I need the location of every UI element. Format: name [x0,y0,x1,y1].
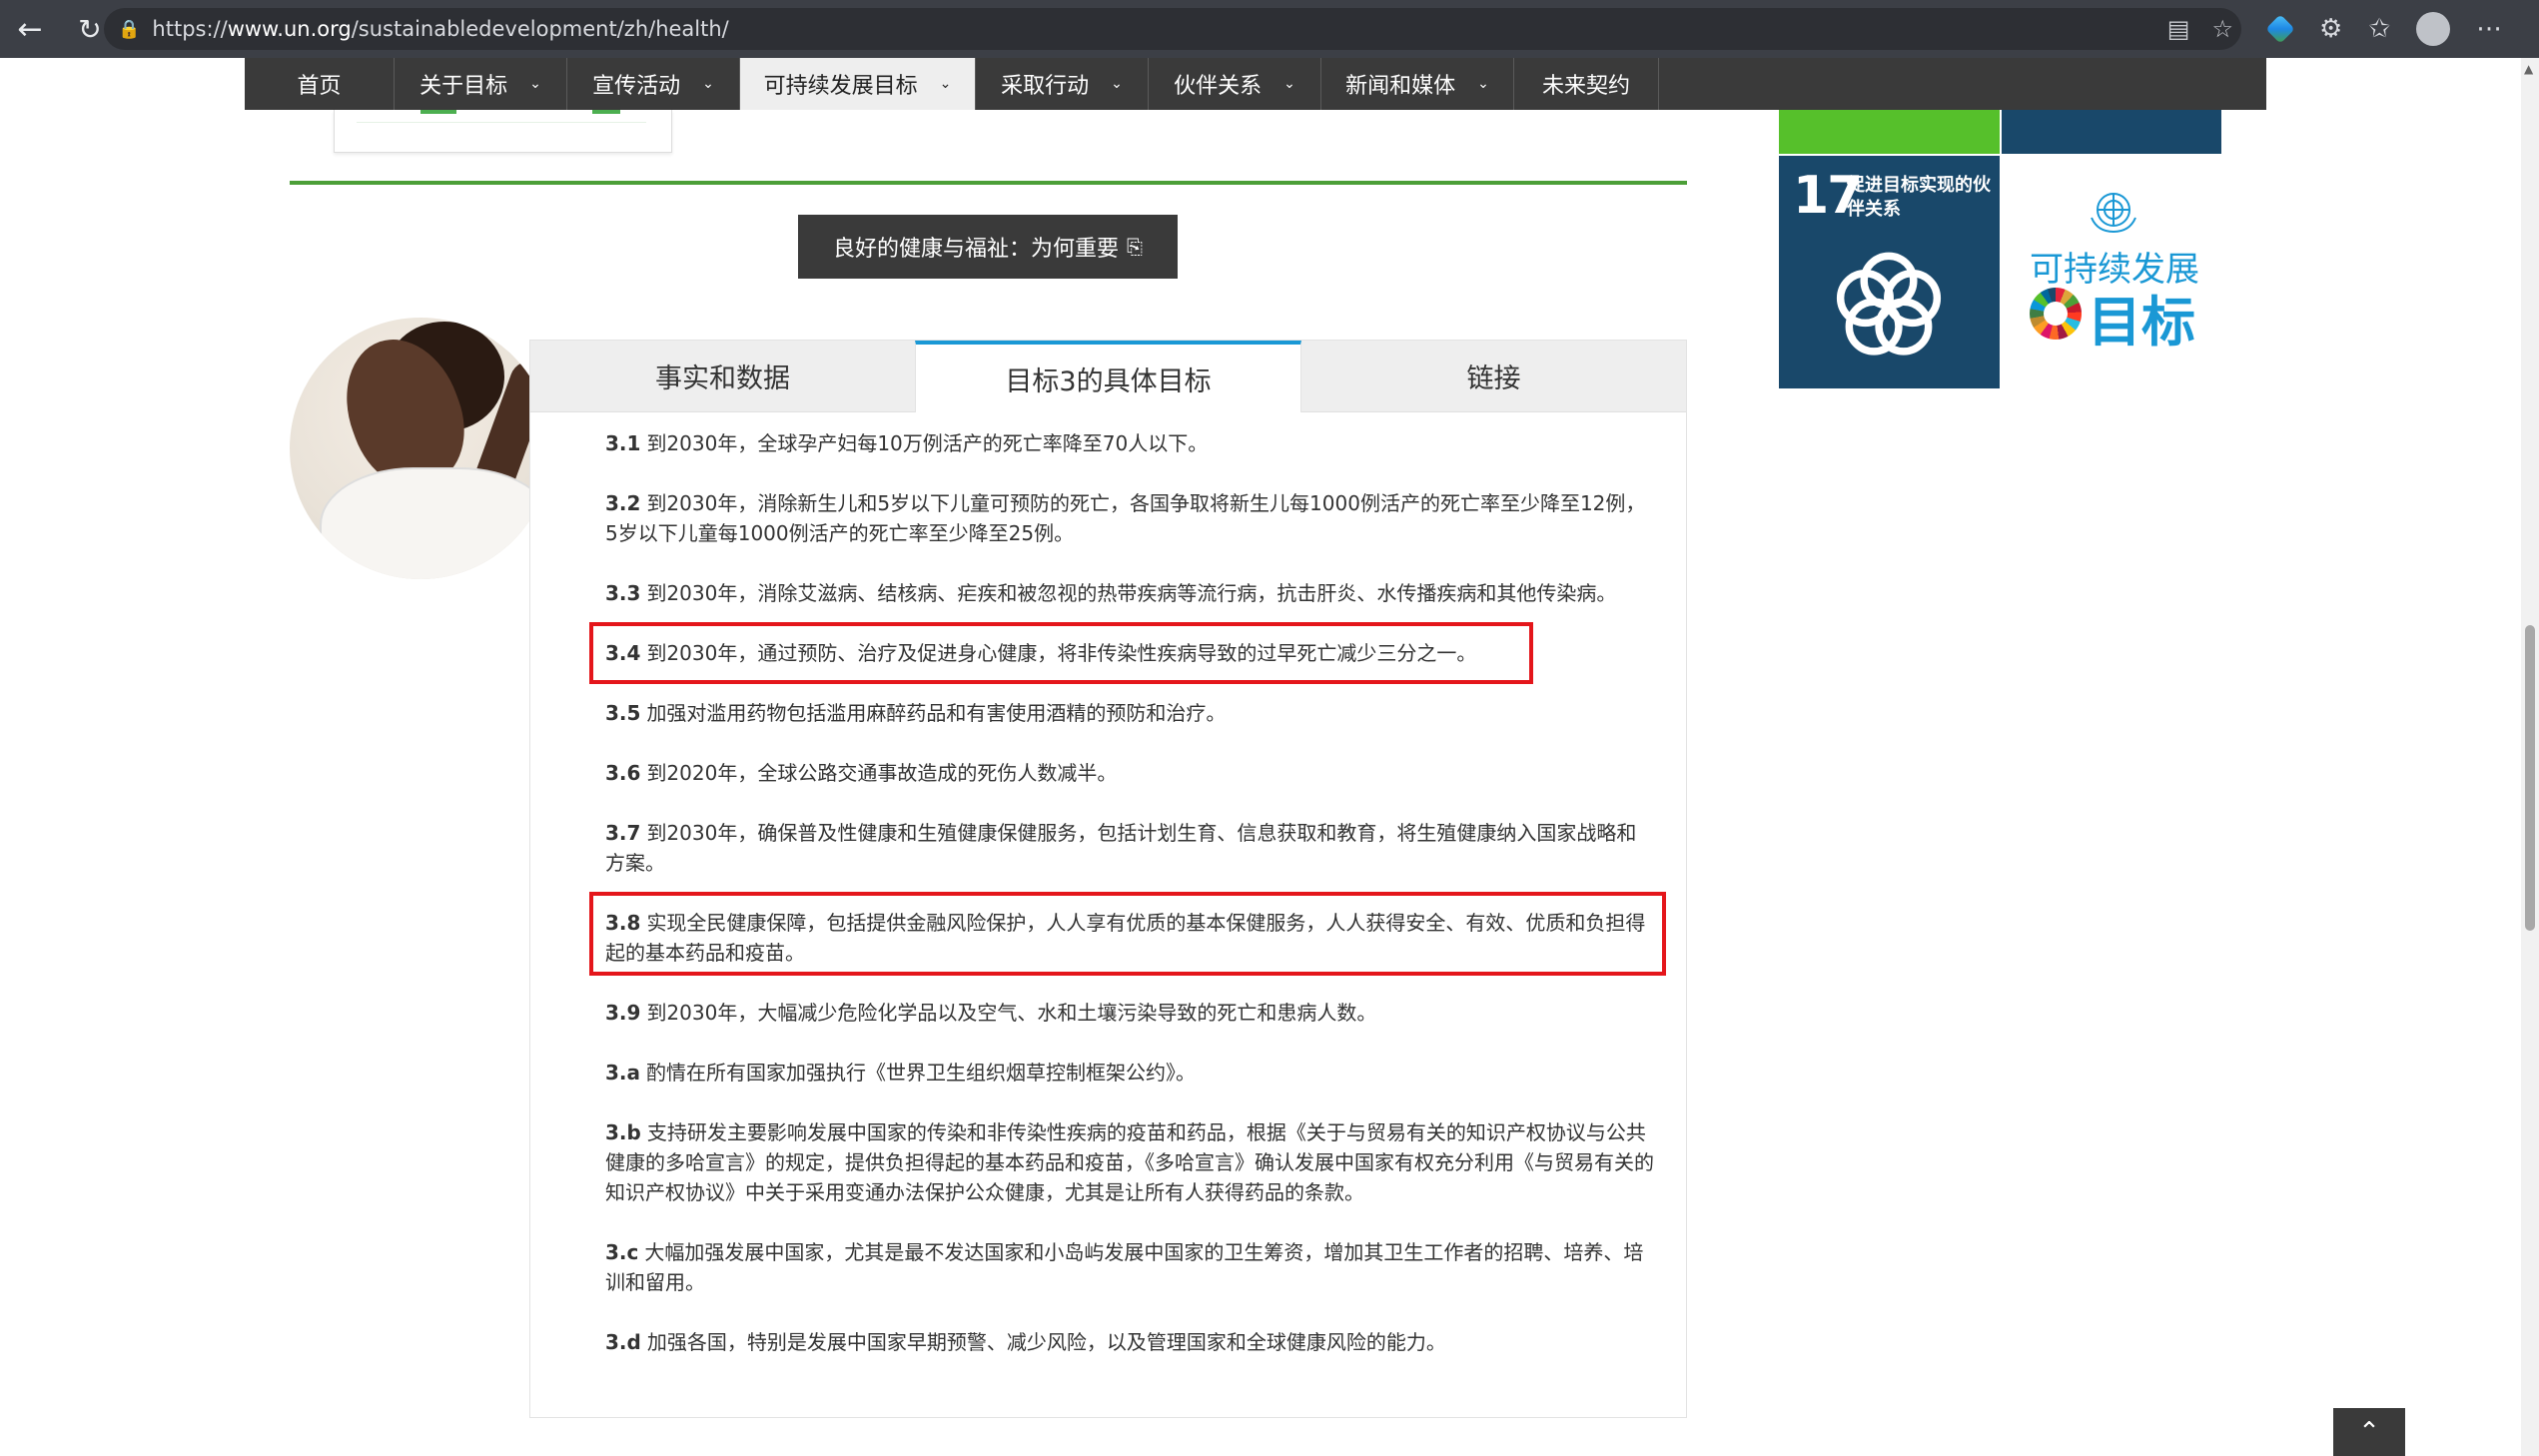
tab-row: 事实和数据 目标3的具体目标 链接 [530,341,1686,412]
target-item: 3.c 大幅加强发展中国家，尤其是最不发达国家和小岛屿发展中国家的卫生筹资，增加其… [605,1240,1644,1294]
back-to-top-button[interactable]: ⌃ [2333,1408,2405,1456]
extension-icon[interactable] [2265,14,2295,44]
portrait-image [290,318,551,579]
browser-toolbar: ← ↻ 🔒 https://www.un.org/sustainabledeve… [0,0,2539,58]
targets-tab-panel: 事实和数据 目标3的具体目标 链接 3.1 到2030年，全球孕产妇每10万例活产… [529,340,1687,1418]
un-emblem-icon [2091,193,2136,234]
back-icon[interactable]: ← [0,12,60,47]
external-document-icon: ⎘ [1127,235,1143,259]
partial-card [334,110,672,153]
chevron-down-icon: ⌄ [939,76,952,92]
scroll-up-icon[interactable]: ▲ [2524,62,2533,76]
partnership-flower-icon [1836,252,1942,356]
target-item: 3.d 加强各国，特别是发展中国家早期预警、减少风险，以及管理国家和全球健康风险的… [605,1330,1446,1354]
site-navigation: 首页 关于目标 ⌄ 宣传活动 ⌄ 可持续发展目标 ⌄ 采取行动 ⌄ 伙伴关系 ⌄ 新闻和媒… [245,58,2266,110]
nav-news-media[interactable]: 新闻和媒体 ⌄ [1321,58,1514,110]
favorite-star-icon[interactable]: ☆ [2211,15,2233,43]
url-text[interactable]: https://www.un.org/sustainabledevelopmen… [152,17,728,41]
sdg-tile-partial[interactable] [2002,110,2221,154]
target-item: 3.2 到2030年，消除新生儿和5岁以下儿童可预防的死亡，各国争取将新生儿每10… [605,491,1646,545]
nav-take-action[interactable]: 采取行动 ⌄ [976,58,1149,110]
nav-home[interactable]: 首页 [245,58,395,110]
tab-links[interactable]: 链接 [1301,341,1686,412]
puzzle-icon[interactable]: ⚙ [2319,14,2342,44]
more-icon[interactable]: ⋯ [2476,14,2502,44]
chevron-down-icon: ⌄ [1283,76,1295,92]
address-bar[interactable]: 🔒 https://www.un.org/sustainabledevelopm… [104,8,2241,50]
target-item: 3.6 到2020年，全球公路交通事故造成的死伤人数减半。 [605,761,1118,785]
tab-goal3-targets[interactable]: 目标3的具体目标 [915,341,1301,412]
target-item: 3.9 到2030年，大幅减少危险化学品以及空气、水和土壤污染导致的死亡和患病人数… [605,1001,1377,1025]
chevron-up-icon: ⌃ [2358,1417,2380,1447]
target-item-highlighted: 3.4 到2030年，通过预防、治疗及促进身心健康，将非传染性疾病导致的过早死亡减… [589,622,1654,684]
nav-about-goals[interactable]: 关于目标 ⌄ [395,58,567,110]
chevron-down-icon: ⌄ [1477,76,1489,92]
target-item: 3.3 到2030年，消除艾滋病、结核病、疟疾和被忽视的热带疾病等流行病，抗击肝炎… [605,581,1617,605]
page-scrollbar[interactable]: ▲ [2521,58,2539,1456]
target-item: 3.1 到2030年，全球孕产妇每10万例活产的死亡率降至70人以下。 [605,431,1209,455]
nav-sdgs[interactable]: 可持续发展目标 ⌄ [740,58,976,110]
target-item: 3.b 支持研发主要影响发展中国家的传染和非传染性疾病的疫苗和药品，根据《关于与贸… [605,1120,1654,1204]
sdg17-tile[interactable]: 17 促进目标实现的伙伴关系 [1779,156,2000,388]
target-item-highlighted: 3.8 实现全民健康保障，包括提供金融风险保护，人人享有优质的基本保健服务，人人获… [589,892,1666,976]
favorites-icon[interactable]: ✩ [2368,14,2390,44]
target-item: 3.7 到2030年，确保普及性健康和生殖健康保健服务，包括计划生育、信息获取和教… [605,821,1637,875]
sdg-tile-16-partial[interactable] [1779,110,2000,154]
tab-facts-figures[interactable]: 事实和数据 [530,341,915,412]
lock-icon[interactable]: 🔒 [118,19,140,40]
sdg-logo[interactable]: 可持续发展 目标 [2008,180,2227,360]
why-it-matters-button[interactable]: 良好的健康与福祉：为何重要 ⎘ [798,215,1178,279]
nav-campaigns[interactable]: 宣传活动 ⌄ [567,58,740,110]
chevron-down-icon: ⌄ [702,76,714,92]
nav-partnerships[interactable]: 伙伴关系 ⌄ [1149,58,1321,110]
chevron-down-icon: ⌄ [529,76,541,92]
chevron-down-icon: ⌄ [1111,76,1123,92]
sdg-wheel-icon [2030,288,2082,340]
nav-pact-future[interactable]: 未来契约 [1514,58,1659,110]
targets-list: 3.1 到2030年，全球孕产妇每10万例活产的死亡率降至70人以下。 3.2 到2… [589,428,1666,1387]
section-divider [290,181,1687,185]
target-item: 3.5 加强对滥用药物包括滥用麻醉药品和有害使用酒精的预防和治疗。 [605,701,1227,725]
target-item: 3.a 酌情在所有国家加强执行《世界卫生组织烟草控制框架公约》。 [605,1061,1197,1085]
reading-mode-icon[interactable]: ▤ [2167,15,2190,43]
scroll-thumb[interactable] [2525,625,2535,931]
profile-icon[interactable] [2416,12,2451,46]
